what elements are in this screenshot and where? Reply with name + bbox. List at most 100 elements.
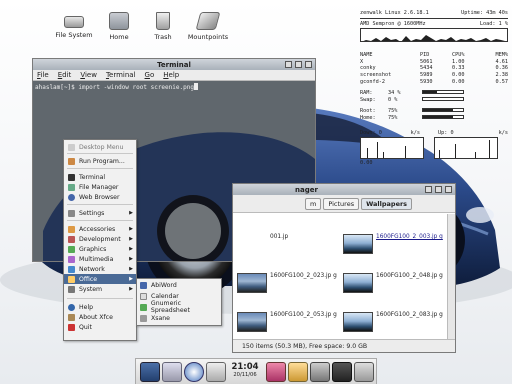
menu-help[interactable]: Help: [163, 71, 179, 79]
menu-item-web-browser[interactable]: Web Browser: [64, 192, 136, 202]
file-item[interactable]: 1600FG100_2_048.jp g: [343, 273, 448, 293]
status-bar: 150 items (50.3 MB), Free space: 9.0 GB: [233, 339, 455, 352]
menu-item-office[interactable]: Office ▶: [64, 274, 136, 284]
menu-item-system[interactable]: System ▶: [64, 284, 136, 294]
terminal-icon: [68, 173, 75, 181]
menu-item-network[interactable]: Network ▶: [64, 264, 136, 274]
menu-item-xsane[interactable]: Xsane: [137, 313, 221, 323]
file-manager-launcher-icon[interactable]: [162, 362, 182, 382]
calendar-icon: [140, 292, 147, 300]
menu-item-run-program[interactable]: Run Program...: [64, 156, 136, 166]
taskbar-window-button[interactable]: [332, 362, 352, 382]
download-graph-svg: [367, 142, 406, 159]
menu-item-graphics[interactable]: Graphics ▶: [64, 244, 136, 254]
minimize-icon[interactable]: [425, 186, 432, 193]
workspace-switcher-icon[interactable]: [310, 362, 330, 382]
menu-item-label: File Manager: [79, 183, 119, 191]
xfce-icon: [68, 313, 75, 321]
mail-launcher-icon[interactable]: [206, 362, 226, 382]
file-manager-titlebar[interactable]: nager: [233, 184, 455, 195]
show-desktop-icon[interactable]: [354, 362, 374, 382]
menu-item-accessories[interactable]: Accessories ▶: [64, 224, 136, 234]
conky-cpu: AMD Sempron @ 1600MHz: [360, 20, 426, 27]
file-manager-window[interactable]: nager m Pictures Wallpapers 001.jp 1600F…: [232, 183, 456, 353]
menu-item-about-xfce[interactable]: About Xfce: [64, 312, 136, 322]
menu-item-gnumeric[interactable]: Gnumeric Spreadsheet: [137, 300, 221, 314]
file-label: 1600FG100_2_083.jp g: [376, 312, 443, 318]
crumb-wallpapers[interactable]: Wallpapers: [361, 197, 413, 210]
menu-item-abiword[interactable]: AbiWord: [137, 280, 221, 290]
up-unit: k/s: [498, 129, 508, 136]
scrollbar[interactable]: [447, 214, 455, 339]
app-icon-1[interactable]: [266, 362, 286, 382]
upload-graph-svg: [439, 140, 490, 159]
system-icon: [68, 285, 75, 293]
home-bar-fill: [423, 115, 453, 118]
file-item[interactable]: 1600FG100_2_003.jp g: [343, 234, 448, 254]
gear-icon: [68, 209, 75, 217]
upload-graph: [434, 137, 498, 160]
menu-item-label: Xsane: [151, 314, 170, 322]
down-label: Down: 0: [360, 129, 382, 136]
web-browser-launcher-icon[interactable]: [184, 362, 204, 382]
proc-pid: 5989: [420, 71, 433, 78]
file-item[interactable]: 1600FG100_2_023.jp g: [237, 273, 342, 293]
proc-cpu: 0.33: [452, 65, 465, 72]
taskbar-panel: 21:04 20/11/06: [135, 358, 377, 384]
ram-bar: [422, 90, 464, 95]
root-bar-fill: [423, 109, 453, 112]
home-bar: [422, 114, 464, 119]
close-icon[interactable]: [305, 61, 312, 68]
menu-item-terminal[interactable]: Terminal: [64, 172, 136, 182]
menu-item-file-manager[interactable]: File Manager: [64, 182, 136, 192]
terminal-title: Terminal: [157, 60, 191, 69]
terminal-titlebar[interactable]: Terminal: [33, 59, 315, 70]
menu-item-label: Calendar: [151, 292, 179, 300]
root-bar: [422, 108, 464, 113]
clipboard-icon[interactable]: [288, 362, 308, 382]
terminal-launcher-icon[interactable]: [140, 362, 160, 382]
proc-cpu: 0.00: [452, 78, 465, 85]
proc-mem: 0.36: [495, 65, 509, 72]
submenu-arrow-icon: ▶: [129, 210, 133, 216]
crumb-pictures[interactable]: Pictures: [323, 197, 360, 210]
menu-file[interactable]: File: [37, 71, 49, 79]
maximize-icon[interactable]: [295, 61, 302, 68]
proc-mem: 4.61: [495, 58, 509, 65]
terminal-prompt: ahaslam[~]$ import -window root screenie…: [35, 83, 198, 91]
menu-item-label: Quit: [79, 323, 92, 331]
proc-pid: 5434: [420, 65, 433, 72]
menu-item-label: Web Browser: [79, 193, 120, 201]
file-item[interactable]: 001.jp: [237, 234, 342, 254]
menu-item-help[interactable]: Help: [64, 302, 136, 312]
menu-item-label: System: [79, 285, 103, 293]
file-item[interactable]: 1600FG100_2_083.jp g: [343, 312, 448, 332]
menu-item-multimedia[interactable]: Multimedia ▶: [64, 254, 136, 264]
maximize-icon[interactable]: [435, 186, 442, 193]
up-label: Up: 0: [438, 129, 454, 136]
clock[interactable]: 21:04 20/11/06: [228, 362, 262, 379]
file-item[interactable]: 1600FG100_2_053.jp g: [237, 312, 342, 332]
run-icon: [68, 157, 75, 165]
submenu-arrow-icon: ▶: [129, 226, 133, 232]
menu-item-development[interactable]: Development ▶: [64, 234, 136, 244]
crumb-home[interactable]: m: [305, 197, 322, 210]
minimize-icon[interactable]: [285, 61, 292, 68]
menu-item-settings[interactable]: Settings ▶: [64, 208, 136, 218]
abiword-icon: [140, 281, 147, 289]
thumbnail: [343, 312, 373, 332]
close-icon[interactable]: [445, 186, 452, 193]
menu-edit[interactable]: Edit: [58, 71, 72, 79]
menu-item-quit[interactable]: Quit: [64, 322, 136, 332]
thumbnail: [237, 312, 267, 332]
proc-pid: 5930: [420, 78, 433, 85]
file-label: 1600FG100_2_048.jp g: [376, 273, 443, 279]
cpu-graph: [360, 28, 508, 43]
mountpoint-icon: [195, 12, 221, 30]
menu-terminal[interactable]: Terminal: [106, 71, 136, 79]
drive-icon: [64, 16, 84, 28]
submenu-arrow-icon: ▶: [129, 276, 133, 282]
breadcrumb: m Pictures Wallpapers: [233, 195, 455, 213]
menu-go[interactable]: Go: [145, 71, 155, 79]
menu-view[interactable]: View: [80, 71, 97, 79]
